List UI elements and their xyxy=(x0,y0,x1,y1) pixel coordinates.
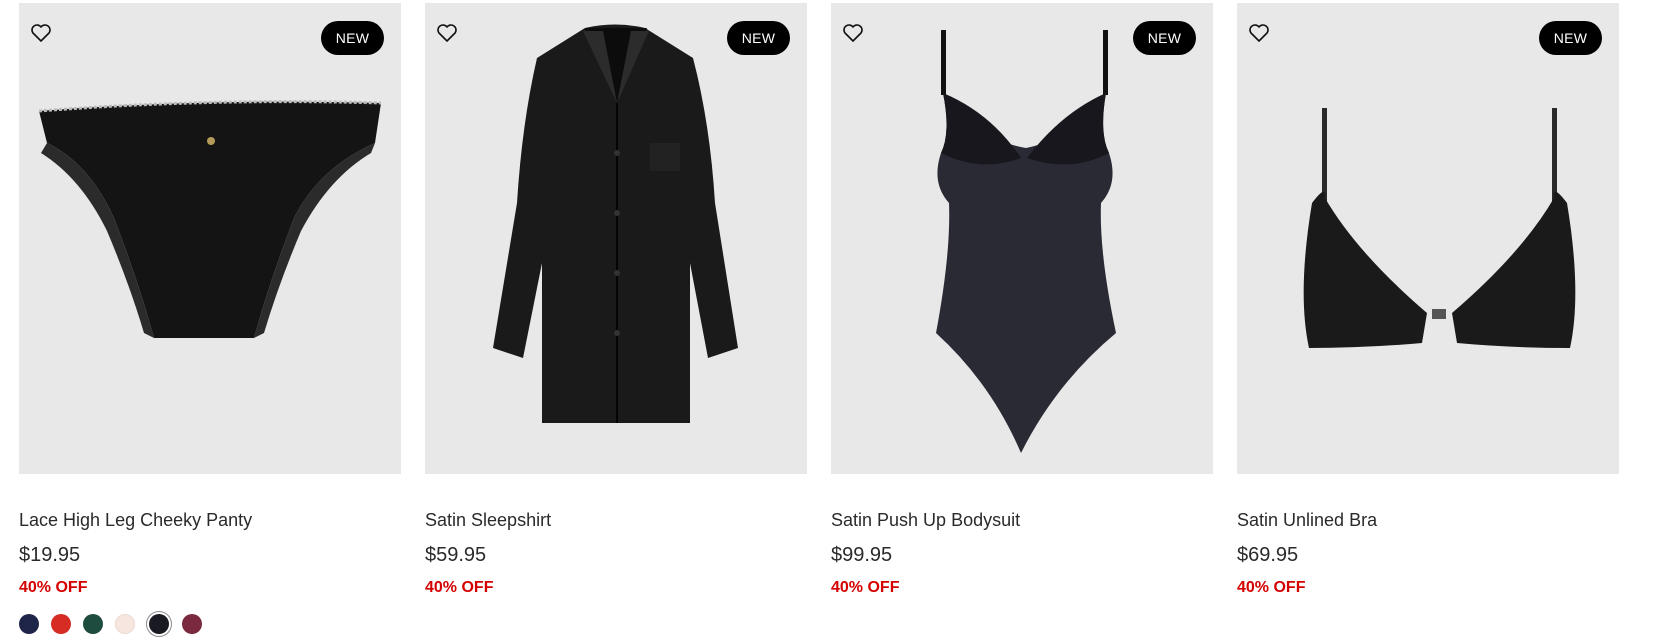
product-card[interactable]: NEW Lace High Leg Cheeky Panty $19.95 40… xyxy=(19,3,401,634)
color-swatch-navy[interactable] xyxy=(19,614,39,634)
color-swatch-red[interactable] xyxy=(51,614,71,634)
black-satin-sleepshirt-image[interactable] xyxy=(425,3,807,474)
product-card[interactable]: NEW Satin Push Up Bodysuit $99.95 40% OF… xyxy=(831,3,1213,596)
discount-label: 40% OFF xyxy=(831,579,900,596)
product-name[interactable]: Satin Sleepshirt xyxy=(425,510,551,531)
heart-icon[interactable] xyxy=(435,21,459,45)
product-card[interactable]: NEW Satin Sleepshirt $59.95 40% OFF xyxy=(425,3,807,596)
black-satin-bodysuit-image[interactable] xyxy=(831,3,1213,474)
new-badge: NEW xyxy=(1539,21,1602,55)
product-name[interactable]: Satin Push Up Bodysuit xyxy=(831,510,1020,531)
color-swatch-black[interactable] xyxy=(149,614,169,634)
product-name[interactable]: Lace High Leg Cheeky Panty xyxy=(19,510,252,531)
product-image-container[interactable]: NEW xyxy=(1237,3,1619,474)
color-swatch-green[interactable] xyxy=(83,614,103,634)
discount-label: 40% OFF xyxy=(425,579,494,596)
product-image-container[interactable]: NEW xyxy=(425,3,807,474)
color-swatch-burgundy[interactable] xyxy=(182,614,202,634)
new-badge: NEW xyxy=(727,21,790,55)
heart-icon[interactable] xyxy=(29,21,53,45)
black-lace-panty-image[interactable] xyxy=(19,3,401,474)
color-swatch-blush[interactable] xyxy=(115,614,135,634)
product-grid: NEW Lace High Leg Cheeky Panty $19.95 40… xyxy=(0,0,1677,644)
product-price: $69.95 xyxy=(1237,544,1299,566)
new-badge: NEW xyxy=(321,21,384,55)
product-price: $99.95 xyxy=(831,544,893,566)
product-price: $19.95 xyxy=(19,544,81,566)
product-image-container[interactable]: NEW xyxy=(19,3,401,474)
product-image-container[interactable]: NEW xyxy=(831,3,1213,474)
product-card[interactable]: NEW Satin Unlined Bra $69.95 40% OFF xyxy=(1237,3,1619,596)
heart-icon[interactable] xyxy=(1247,21,1271,45)
product-name[interactable]: Satin Unlined Bra xyxy=(1237,510,1377,531)
new-badge: NEW xyxy=(1133,21,1196,55)
discount-label: 40% OFF xyxy=(1237,579,1306,596)
product-price: $59.95 xyxy=(425,544,487,566)
discount-label: 40% OFF xyxy=(19,579,88,596)
black-satin-bra-image[interactable] xyxy=(1237,3,1619,474)
heart-icon[interactable] xyxy=(841,21,865,45)
